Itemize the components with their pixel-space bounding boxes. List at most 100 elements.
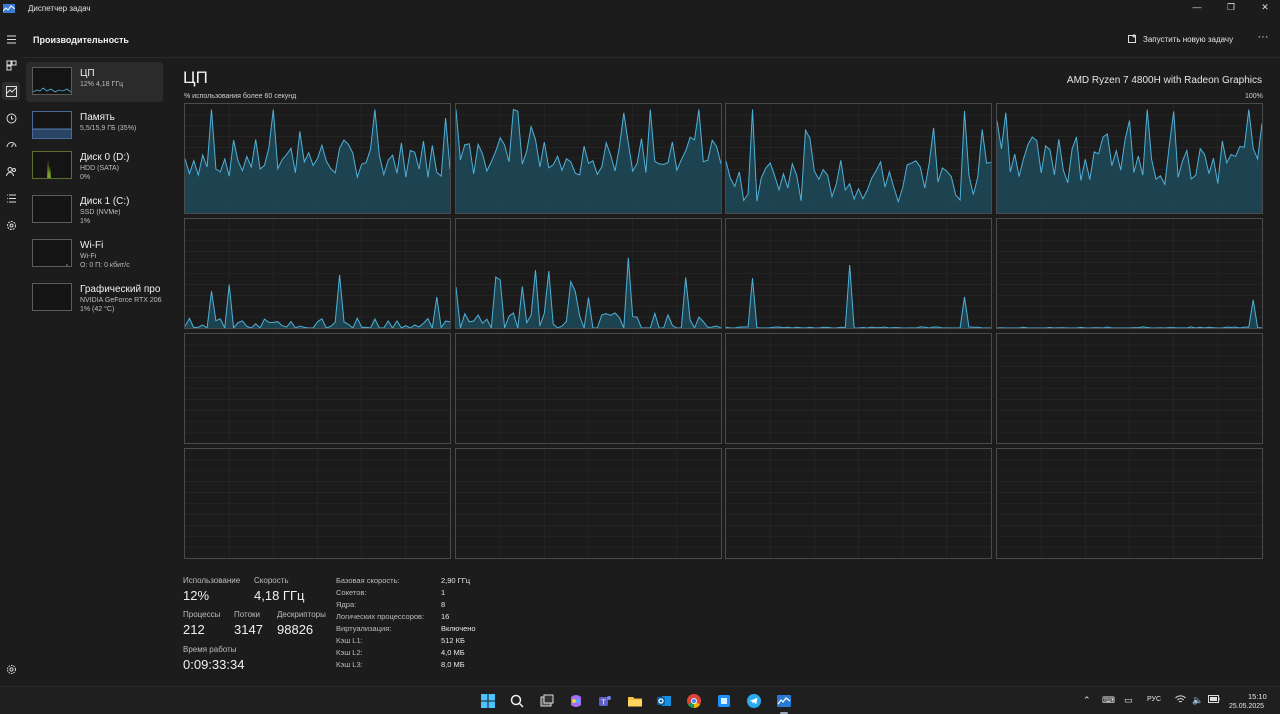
uptime-label: Время работы	[183, 645, 237, 654]
sidebar-item-detail: Wi-Fi	[80, 253, 97, 260]
copilot-icon[interactable]	[568, 693, 584, 709]
memory-mini-graph	[32, 111, 72, 139]
notification-icon[interactable]: ▭	[1124, 695, 1133, 706]
detail-value: 4,0 МБ	[441, 648, 465, 657]
volume-icon[interactable]: 🔈	[1192, 695, 1203, 706]
task-view-icon[interactable]	[539, 693, 555, 709]
blue-app-icon[interactable]	[716, 693, 732, 709]
detail-value: 8,0 МБ	[441, 660, 465, 669]
logical-processor-graph	[995, 333, 1263, 444]
clock-time[interactable]: 15:10	[1248, 692, 1267, 701]
title-bar: Диспетчер задач — ❐ ✕	[0, 0, 1280, 22]
input-language[interactable]: РУС	[1147, 696, 1161, 703]
sidebar-item-memory[interactable]: Память 5,5/15,9 ГБ (35%)	[26, 106, 163, 146]
detail-key: Сокетов:	[336, 588, 367, 597]
hamburger-menu-icon[interactable]	[2, 30, 20, 48]
usage-label: Использование	[183, 576, 241, 585]
logical-processor-graph	[725, 218, 992, 329]
logical-processor-graph	[454, 218, 722, 329]
file-explorer-icon[interactable]	[627, 693, 643, 709]
logical-processor-graph	[725, 448, 992, 559]
sidebar-item-name: Wi-Fi	[80, 240, 104, 251]
page-title: Производительность	[33, 35, 129, 45]
keyboard-icon[interactable]: ⌨	[1102, 695, 1115, 706]
detail-key: Кэш L2:	[336, 648, 363, 657]
chevron-up-icon[interactable]: ⌃	[1083, 695, 1091, 706]
speed-value: 4,18 ГГц	[254, 588, 305, 603]
maximize-button[interactable]: ❐	[1214, 0, 1248, 14]
processes-nav-icon[interactable]	[2, 56, 20, 74]
wifi-icon[interactable]	[1175, 695, 1186, 706]
window-title: Диспетчер задач	[28, 4, 91, 13]
svg-text:T: T	[601, 699, 607, 707]
sidebar-item-disk-0[interactable]: Диск 0 (D:) HDD (SATA) 0%	[26, 146, 163, 186]
sidebar-item-detail: NVIDIA GeForce RTX 206	[80, 297, 162, 304]
sidebar-item-name: Диск 1 (C:)	[80, 196, 130, 207]
task-manager-taskbar-icon[interactable]	[776, 693, 792, 714]
detail-value: 1	[441, 588, 446, 597]
detail-key: Кэш L3:	[336, 660, 363, 669]
search-icon[interactable]	[509, 693, 525, 709]
outlook-icon[interactable]	[656, 693, 672, 709]
detail-value: 512 КБ	[441, 636, 465, 645]
teams-icon[interactable]: T	[597, 693, 613, 709]
sidebar-item-detail: 12% 4,18 ГГц	[80, 81, 124, 88]
users-nav-icon[interactable]	[2, 162, 20, 180]
logical-processor-graph	[995, 448, 1263, 559]
logical-processor-graphs	[184, 103, 1263, 559]
clock-date[interactable]: 25.05.2025	[1229, 703, 1264, 710]
sidebar-item-wifi[interactable]: Wi-Fi Wi-Fi О: 0 П: 0 кбит/с	[26, 234, 163, 274]
sidebar-item-name: ЦП	[80, 68, 95, 79]
startup-apps-nav-icon[interactable]	[2, 135, 20, 153]
task-manager-app-icon	[3, 4, 15, 13]
logical-processor-graph	[725, 103, 992, 214]
more-options-button[interactable]: ···	[1255, 30, 1271, 46]
run-task-icon	[1128, 34, 1136, 43]
logical-processor-graph	[184, 448, 451, 559]
windows-taskbar: T ⌃ ⌨ ▭ РУС 🔈 15:10 25.05.2025	[0, 686, 1280, 714]
details-nav-icon[interactable]	[2, 189, 20, 207]
gpu-mini-graph	[32, 283, 72, 311]
threads-value: 3147	[234, 622, 263, 637]
sidebar-item-detail: HDD (SATA)	[80, 165, 120, 172]
handles-value: 98826	[277, 622, 314, 637]
uptime-value: 0:09:33:34	[183, 657, 245, 672]
detail-value: 16	[441, 612, 450, 621]
cpu-model-name: AMD Ryzen 7 4800H with Radeon Graphics	[1066, 75, 1262, 86]
run-new-task-label: Запустить новую задачу	[1143, 34, 1234, 44]
minimize-button[interactable]: —	[1180, 0, 1214, 14]
detail-key: Ядра:	[336, 600, 357, 609]
detail-key: Кэш L1:	[336, 636, 363, 645]
services-nav-icon[interactable]	[2, 216, 20, 234]
cpu-heading: ЦП	[183, 68, 208, 87]
logical-processor-graph	[725, 333, 992, 444]
sidebar-item-gpu[interactable]: Графический про NVIDIA GeForce RTX 206 1…	[26, 278, 163, 318]
battery-icon[interactable]	[1208, 695, 1220, 705]
task-manager-window: Диспетчер задач — ❐ ✕ Производительность…	[0, 0, 1280, 714]
sidebar-item-detail: 5,5/15,9 ГБ (35%)	[80, 125, 137, 132]
telegram-icon[interactable]	[746, 693, 762, 709]
detail-value: 8	[441, 600, 446, 609]
sidebar-item-disk-1[interactable]: Диск 1 (C:) SSD (NVMe) 1%	[26, 190, 163, 230]
chrome-icon[interactable]	[686, 693, 702, 709]
sidebar-item-name: Диск 0 (D:)	[80, 152, 130, 163]
logical-processor-graph	[454, 448, 722, 559]
app-history-nav-icon[interactable]	[2, 109, 20, 127]
run-new-task-button[interactable]: Запустить новую задачу	[1128, 32, 1233, 46]
usage-value: 12%	[183, 588, 210, 603]
sidebar-item-value: 1% (42 °C)	[80, 306, 115, 313]
close-button[interactable]: ✕	[1248, 0, 1280, 14]
logical-processor-graph	[184, 333, 451, 444]
page-header: Производительность Запустить новую задач…	[22, 22, 1280, 58]
sidebar-item-cpu[interactable]: ЦП 12% 4,18 ГГц	[26, 62, 163, 102]
detail-key: Виртуализация:	[336, 624, 392, 633]
logical-processor-graph	[454, 333, 722, 444]
sidebar-item-name: Графический про	[80, 284, 161, 295]
performance-nav-icon[interactable]	[2, 82, 20, 100]
graph-caption: % использования более 60 секунд	[184, 93, 297, 100]
start-windows-icon[interactable]	[480, 693, 496, 709]
logical-processor-graph	[454, 103, 722, 214]
processes-value: 212	[183, 622, 205, 637]
settings-gear-icon[interactable]	[2, 660, 20, 678]
detail-value: 2,90 ГГц	[441, 576, 471, 585]
